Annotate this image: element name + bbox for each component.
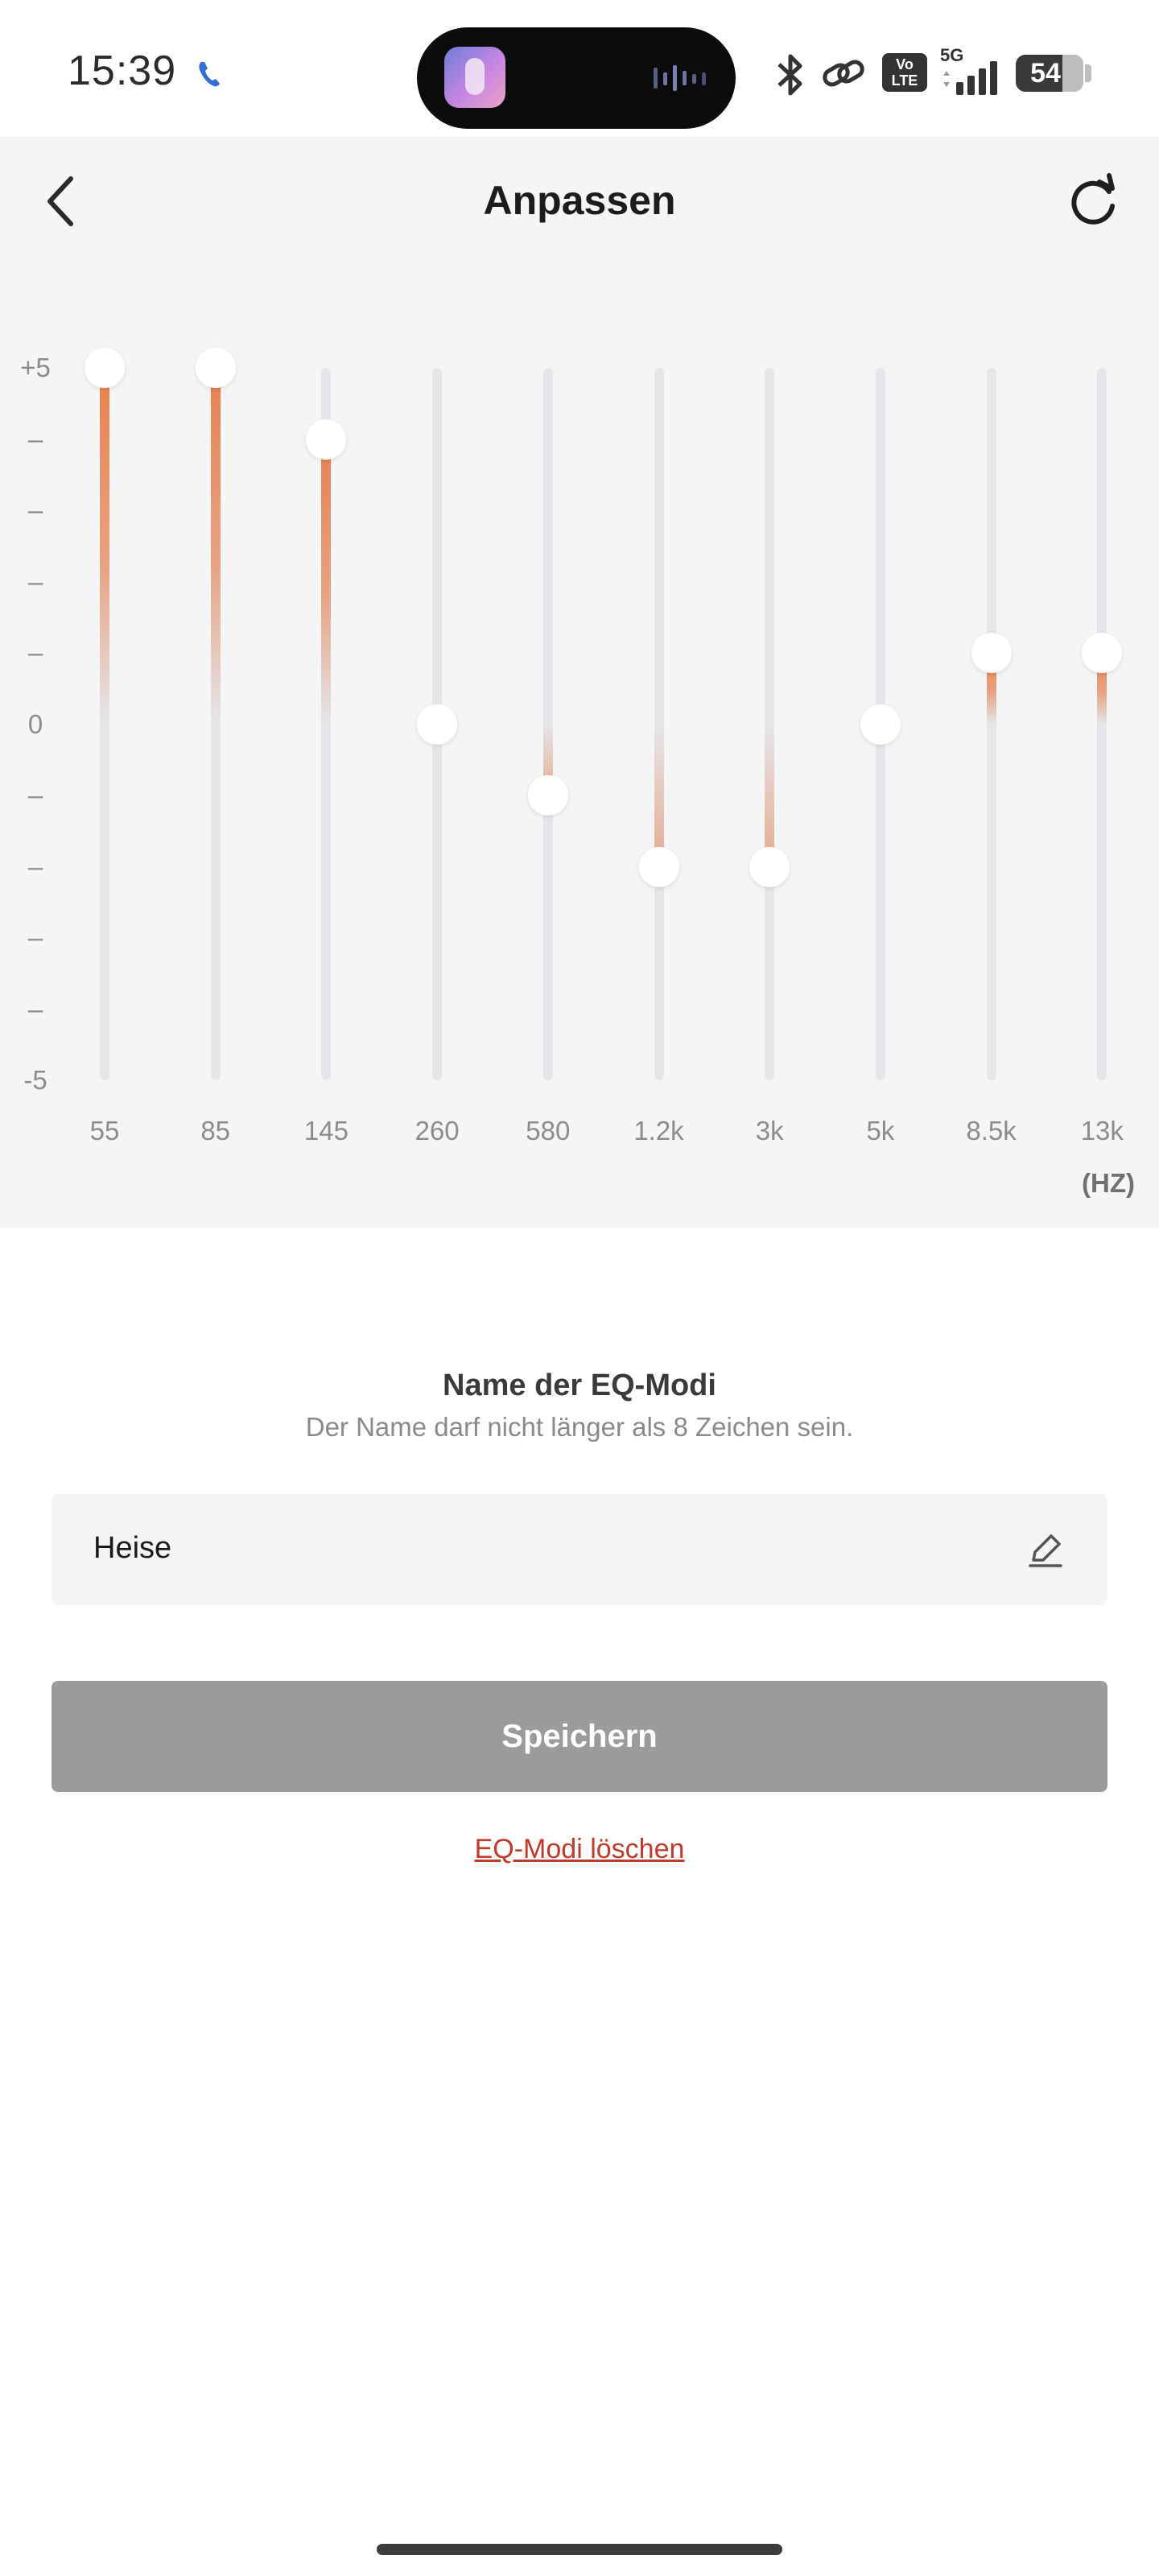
header: Anpassen <box>0 137 1159 270</box>
save-button[interactable]: Speichern <box>52 1681 1107 1792</box>
db-scale-label: +5 <box>20 353 51 382</box>
db-scale-label: – <box>27 923 43 952</box>
eq-slider-track-8.5k[interactable] <box>986 368 996 1080</box>
eq-name-value[interactable]: Heise <box>93 1531 171 1566</box>
frequency-label: 8.5k <box>966 1116 1017 1146</box>
reset-button[interactable] <box>1062 167 1127 235</box>
eq-slider-fill-1.2k <box>654 724 664 867</box>
db-scale-label: – <box>27 993 43 1024</box>
db-scale-label: 0 <box>27 708 43 739</box>
frequency-label: 55 <box>89 1116 120 1146</box>
frequency-unit-label: (HZ) <box>1082 1168 1135 1198</box>
phone-icon <box>199 62 220 87</box>
frequency-label: 580 <box>526 1116 571 1146</box>
page-title: Anpassen <box>483 178 676 223</box>
eq-slider-knob-13k[interactable] <box>1082 633 1123 673</box>
eq-slider-knob-55[interactable] <box>85 348 125 388</box>
now-playing-app-icon <box>444 47 505 108</box>
frequency-label: 13k <box>1080 1116 1124 1146</box>
equalizer-panel: (HZ) +5 – – – – 0 – – – – -5 55 85 145 260 580 1.2k 3k 5k 8… <box>0 270 1159 1228</box>
eq-slider-knob-1.2k[interactable] <box>638 846 679 887</box>
eq-slider-track-13k[interactable] <box>1097 368 1107 1080</box>
delete-eq-mode-link[interactable]: EQ-Modi löschen <box>0 1834 1159 1865</box>
eq-slider-fill-3k <box>765 724 775 867</box>
eq-slider-fill-85 <box>210 368 221 724</box>
eq-name-title: Name der EQ-Modi <box>443 1368 716 1402</box>
db-scale-label: – <box>27 566 43 597</box>
status-time: 15:39 <box>68 47 177 94</box>
link-icon <box>823 60 864 87</box>
home-indicator[interactable] <box>377 2544 782 2555</box>
db-scale-label: – <box>27 780 43 810</box>
db-scale-label: -5 <box>23 1065 47 1095</box>
eq-slider-knob-3k[interactable] <box>749 846 790 887</box>
eq-slider-fill-145 <box>321 439 332 724</box>
frequency-label: 85 <box>200 1116 231 1146</box>
battery-level: 54 <box>1030 58 1061 89</box>
eq-slider-knob-580[interactable] <box>527 775 568 815</box>
eq-slider-knob-145[interactable] <box>306 419 347 460</box>
eq-name-hint: Der Name darf nicht länger als 8 Zeichen… <box>305 1412 854 1442</box>
eq-slider-knob-8.5k[interactable] <box>971 633 1012 673</box>
eq-slider-knob-5k[interactable] <box>860 704 901 745</box>
signal-icon <box>943 61 997 95</box>
battery-icon: 54 <box>1016 55 1083 92</box>
db-scale-label: – <box>27 851 43 881</box>
db-scale-label: – <box>27 423 43 454</box>
eq-name-field[interactable]: Heise <box>52 1494 1107 1605</box>
volte-icon: Vo LTE <box>882 53 927 92</box>
eq-slider-knob-85[interactable] <box>195 348 236 388</box>
pencil-icon[interactable] <box>1025 1530 1066 1570</box>
status-bar: 15:39 Vo LTE 5G 54 <box>0 0 1159 137</box>
db-scale-label: – <box>27 638 43 667</box>
frequency-label: 3k <box>755 1116 784 1146</box>
db-scale-label: – <box>27 495 43 525</box>
frequency-label: 5k <box>866 1116 895 1146</box>
eq-slider-knob-260[interactable] <box>417 704 458 745</box>
status-icons: Vo LTE 5G 54 <box>724 45 1159 101</box>
frequency-label: 145 <box>303 1116 349 1146</box>
frequency-label: 260 <box>415 1116 460 1146</box>
bluetooth-icon <box>777 54 802 96</box>
frequency-label: 1.2k <box>633 1116 684 1146</box>
audio-wave-icon <box>654 65 706 91</box>
eq-slider-fill-55 <box>100 368 109 724</box>
dynamic-island <box>417 27 736 129</box>
